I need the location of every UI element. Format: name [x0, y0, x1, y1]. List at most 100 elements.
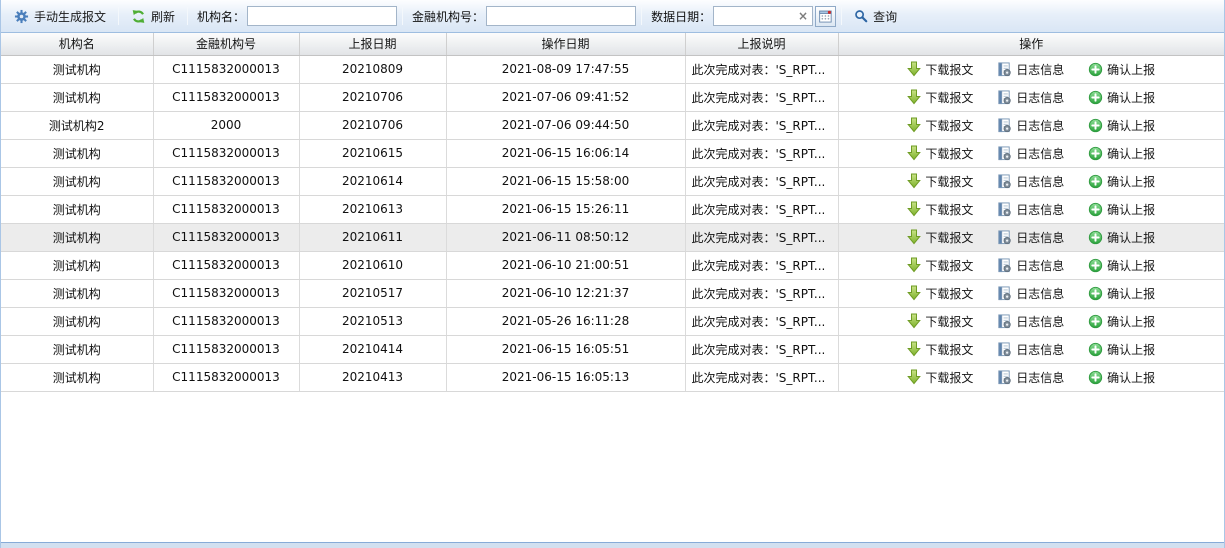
confirm-submit-link[interactable]: 确认上报: [1088, 145, 1155, 162]
download-report-link[interactable]: 下载报文: [907, 173, 973, 190]
log-info-link[interactable]: 日志信息: [997, 89, 1064, 106]
log-info-link[interactable]: 日志信息: [997, 173, 1064, 190]
download-report-link[interactable]: 下载报文: [907, 201, 973, 218]
confirm-submit-link[interactable]: 确认上报: [1088, 229, 1155, 246]
confirm-submit-link[interactable]: 确认上报: [1088, 369, 1155, 386]
download-report-link[interactable]: 下载报文: [907, 257, 973, 274]
cell-actions: 下载报文 日志信息: [838, 167, 1224, 195]
table-body: 测试机构 C1115832000013 20210809 2021-08-09 …: [1, 55, 1224, 391]
clear-date-icon[interactable]: ×: [794, 10, 812, 22]
calendar-picker-button[interactable]: [815, 6, 836, 27]
generate-report-button[interactable]: 手动生成报文: [7, 5, 113, 28]
search-icon: [854, 9, 868, 23]
cell-operation-date: 2021-06-10 21:00:51: [446, 251, 685, 279]
log-icon: [997, 90, 1012, 105]
log-info-link[interactable]: 日志信息: [997, 117, 1064, 134]
confirm-submit-link[interactable]: 确认上报: [1088, 89, 1155, 106]
log-info-link[interactable]: 日志信息: [997, 285, 1064, 302]
cell-org-name: 测试机构2: [1, 111, 153, 139]
download-report-link[interactable]: 下载报文: [907, 369, 973, 386]
log-info-label: 日志信息: [1016, 229, 1064, 246]
log-info-label: 日志信息: [1016, 173, 1064, 190]
confirm-submit-link[interactable]: 确认上报: [1088, 61, 1155, 78]
org-name-label: 机构名：: [197, 8, 245, 25]
cell-report-date: 20210809: [299, 55, 446, 83]
confirm-submit-link[interactable]: 确认上报: [1088, 201, 1155, 218]
table-row[interactable]: 测试机构 C1115832000013 20210614 2021-06-15 …: [1, 167, 1224, 195]
log-info-link[interactable]: 日志信息: [997, 201, 1064, 218]
generate-report-label: 手动生成报文: [34, 8, 106, 25]
cell-report-desc: 此次完成对表：'S_RPT...: [685, 279, 838, 307]
log-info-link[interactable]: 日志信息: [997, 341, 1064, 358]
download-report-link[interactable]: 下载报文: [907, 89, 973, 106]
column-header-actions[interactable]: 操作: [838, 33, 1224, 55]
table-row[interactable]: 测试机构 C1115832000013 20210610 2021-06-10 …: [1, 251, 1224, 279]
confirm-submit-link[interactable]: 确认上报: [1088, 341, 1155, 358]
download-report-link[interactable]: 下载报文: [907, 341, 973, 358]
cell-operation-date: 2021-06-15 16:06:14: [446, 139, 685, 167]
log-info-label: 日志信息: [1016, 117, 1064, 134]
table-row[interactable]: 测试机构 C1115832000013 20210615 2021-06-15 …: [1, 139, 1224, 167]
column-header-report-desc[interactable]: 上报说明: [685, 33, 838, 55]
download-report-label: 下载报文: [925, 313, 973, 330]
cell-fin-org-number: C1115832000013: [153, 363, 299, 391]
confirm-submit-label: 确认上报: [1107, 285, 1155, 302]
cell-fin-org-number: C1115832000013: [153, 195, 299, 223]
column-header-fin-org-number[interactable]: 金融机构号: [153, 33, 299, 55]
table-row[interactable]: 测试机构 C1115832000013 20210413 2021-06-15 …: [1, 363, 1224, 391]
confirm-icon: [1088, 286, 1103, 301]
fin-org-number-input[interactable]: [486, 6, 636, 26]
cell-fin-org-number: C1115832000013: [153, 251, 299, 279]
column-header-operation-date[interactable]: 操作日期: [446, 33, 685, 55]
confirm-icon: [1088, 90, 1103, 105]
download-report-label: 下载报文: [925, 229, 973, 246]
cell-operation-date: 2021-06-15 15:58:00: [446, 167, 685, 195]
log-info-link[interactable]: 日志信息: [997, 145, 1064, 162]
column-header-org[interactable]: 机构名: [1, 33, 153, 55]
download-report-link[interactable]: 下载报文: [907, 61, 973, 78]
toolbar-separator: [402, 7, 403, 25]
table-row[interactable]: 测试机构 C1115832000013 20210414 2021-06-15 …: [1, 335, 1224, 363]
confirm-submit-link[interactable]: 确认上报: [1088, 257, 1155, 274]
report-table: 机构名 金融机构号 上报日期 操作日期 上报说明 操作 测试机构 C111583…: [1, 33, 1224, 392]
download-report-link[interactable]: 下载报文: [907, 117, 973, 134]
download-icon: [907, 61, 921, 77]
log-info-link[interactable]: 日志信息: [997, 313, 1064, 330]
confirm-submit-link[interactable]: 确认上报: [1088, 313, 1155, 330]
table-row[interactable]: 测试机构 C1115832000013 20210706 2021-07-06 …: [1, 83, 1224, 111]
cell-report-desc: 此次完成对表：'S_RPT...: [685, 223, 838, 251]
log-info-link[interactable]: 日志信息: [997, 369, 1064, 386]
table-row[interactable]: 测试机构 C1115832000013 20210517 2021-06-10 …: [1, 279, 1224, 307]
download-report-link[interactable]: 下载报文: [907, 145, 973, 162]
cell-operation-date: 2021-06-15 16:05:51: [446, 335, 685, 363]
table-row[interactable]: 测试机构2 2000 20210706 2021-07-06 09:44:50 …: [1, 111, 1224, 139]
refresh-icon: [131, 9, 146, 24]
log-info-label: 日志信息: [1016, 257, 1064, 274]
cell-fin-org-number: C1115832000013: [153, 307, 299, 335]
cell-report-desc: 此次完成对表：'S_RPT...: [685, 55, 838, 83]
download-report-label: 下载报文: [925, 369, 973, 386]
table-row[interactable]: 测试机构 C1115832000013 20210611 2021-06-11 …: [1, 223, 1224, 251]
log-info-link[interactable]: 日志信息: [997, 257, 1064, 274]
column-header-report-date[interactable]: 上报日期: [299, 33, 446, 55]
table-row[interactable]: 测试机构 C1115832000013 20210513 2021-05-26 …: [1, 307, 1224, 335]
download-report-link[interactable]: 下载报文: [907, 229, 973, 246]
confirm-icon: [1088, 146, 1103, 161]
download-report-link[interactable]: 下载报文: [907, 285, 973, 302]
data-date-input[interactable]: [714, 9, 794, 23]
cell-actions: 下载报文 日志信息: [838, 55, 1224, 83]
log-info-link[interactable]: 日志信息: [997, 61, 1064, 78]
search-button[interactable]: 查询: [847, 5, 904, 28]
table-row[interactable]: 测试机构 C1115832000013 20210613 2021-06-15 …: [1, 195, 1224, 223]
cell-operation-date: 2021-06-15 15:26:11: [446, 195, 685, 223]
org-name-input[interactable]: [247, 6, 397, 26]
confirm-icon: [1088, 118, 1103, 133]
log-info-link[interactable]: 日志信息: [997, 229, 1064, 246]
refresh-button[interactable]: 刷新: [124, 5, 182, 28]
confirm-submit-link[interactable]: 确认上报: [1088, 173, 1155, 190]
confirm-submit-link[interactable]: 确认上报: [1088, 117, 1155, 134]
data-date-label: 数据日期：: [651, 8, 711, 25]
confirm-submit-link[interactable]: 确认上报: [1088, 285, 1155, 302]
download-report-link[interactable]: 下载报文: [907, 313, 973, 330]
table-row[interactable]: 测试机构 C1115832000013 20210809 2021-08-09 …: [1, 55, 1224, 83]
